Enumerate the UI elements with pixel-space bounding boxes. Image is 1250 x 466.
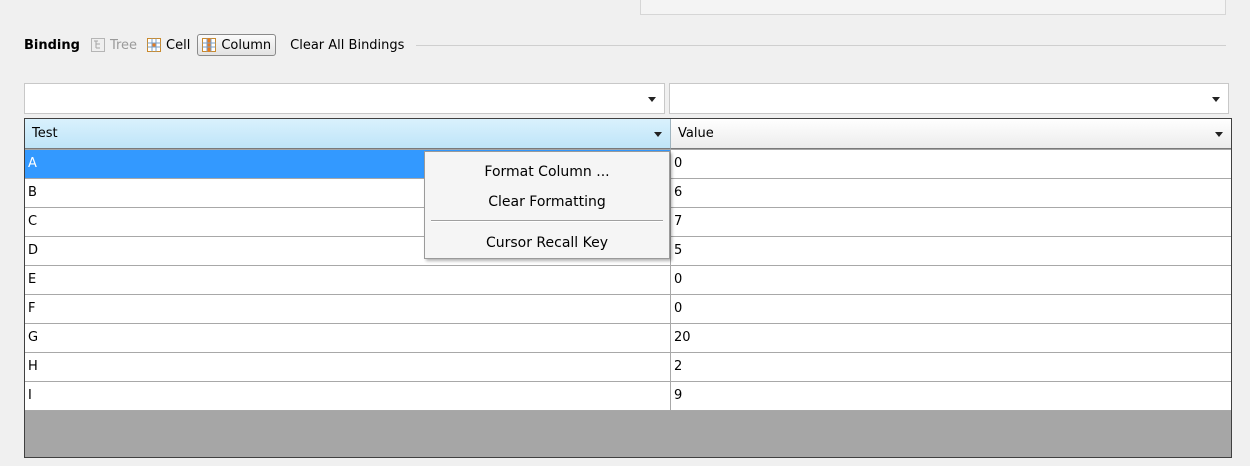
toolbar-separator-line — [416, 44, 1226, 46]
clear-all-bindings-button[interactable]: Clear All Bindings — [290, 38, 404, 53]
table-row[interactable]: F 0 — [25, 295, 1231, 324]
column-header-value[interactable]: Value — [671, 119, 1231, 149]
menu-separator — [431, 220, 663, 222]
table-row[interactable]: I 9 — [25, 382, 1231, 411]
column-context-menu: Format Column ... Clear Formatting Curso… — [424, 151, 670, 259]
table-row[interactable]: E 0 — [25, 266, 1231, 295]
tree-button-label: Tree — [109, 37, 138, 53]
value-cell[interactable]: 6 — [671, 179, 1231, 208]
value-cell[interactable]: 0 — [671, 266, 1231, 295]
chevron-down-icon[interactable] — [1215, 132, 1223, 137]
chevron-down-icon[interactable] — [654, 132, 662, 137]
column-header-test[interactable]: Test — [25, 119, 671, 149]
test-cell[interactable]: G — [25, 324, 671, 353]
test-cell[interactable]: E — [25, 266, 671, 295]
cell-button-label: Cell — [166, 37, 191, 53]
grid-header-row: Test Value — [25, 119, 1231, 150]
test-filter-dropdown[interactable] — [24, 83, 665, 114]
column-header-test-label: Test — [32, 126, 58, 141]
binding-label: Binding — [24, 37, 80, 53]
chevron-down-icon — [1212, 97, 1220, 102]
tree-button[interactable]: Tree — [88, 35, 140, 55]
value-cell[interactable]: 0 — [671, 150, 1231, 179]
cell-button[interactable]: Cell — [144, 35, 193, 55]
column-header-value-label: Value — [678, 126, 714, 141]
value-cell[interactable]: 2 — [671, 353, 1231, 382]
value-cell[interactable]: 5 — [671, 237, 1231, 266]
table-row[interactable]: G 20 — [25, 324, 1231, 353]
top-panel-edge — [640, 0, 1226, 15]
value-cell[interactable]: 7 — [671, 208, 1231, 237]
cell-grid-icon — [147, 38, 162, 52]
test-cell[interactable]: I — [25, 382, 671, 411]
value-cell[interactable]: 20 — [671, 324, 1231, 353]
column-button[interactable]: Column — [197, 34, 277, 56]
value-cell[interactable]: 9 — [671, 382, 1231, 411]
chevron-down-icon — [648, 97, 656, 102]
value-filter-dropdown[interactable] — [669, 83, 1229, 114]
test-cell[interactable]: F — [25, 295, 671, 324]
test-cell[interactable]: H — [25, 353, 671, 382]
tree-icon — [90, 38, 105, 52]
value-cell[interactable]: 0 — [671, 295, 1231, 324]
menu-item-cursor-recall-key[interactable]: Cursor Recall Key — [425, 229, 669, 257]
column-grid-icon — [202, 38, 217, 52]
menu-item-clear-formatting[interactable]: Clear Formatting — [425, 188, 669, 216]
column-button-label: Column — [221, 37, 272, 53]
binding-toolbar: Binding Tree Cell Column Clear All Bindi… — [24, 33, 1226, 57]
table-row[interactable]: H 2 — [25, 353, 1231, 382]
menu-item-format-column[interactable]: Format Column ... — [425, 158, 669, 186]
